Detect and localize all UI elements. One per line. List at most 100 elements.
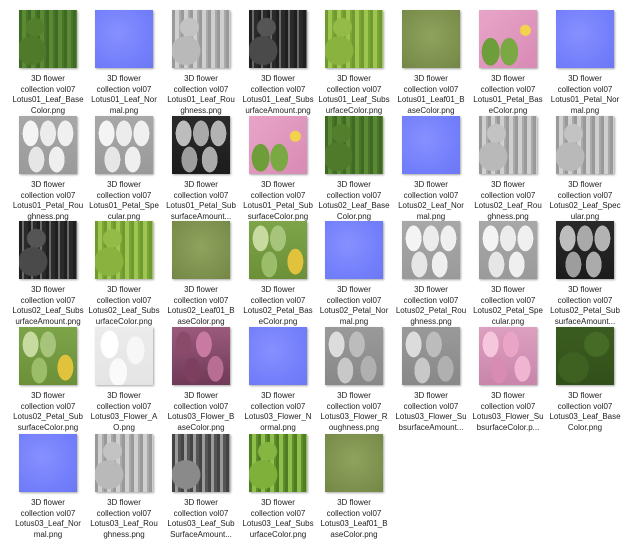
file-item[interactable]: 3D flower collection vol07 Lotus03_Leaf01_… (316, 434, 392, 540)
file-thumbnail[interactable] (172, 10, 230, 68)
file-name-line: collection vol07 (20, 190, 76, 200)
file-name-line: aseColor.png (330, 529, 378, 539)
file-item[interactable]: 3D flower collection vol07 Lotus01_Petal_B… (470, 10, 546, 116)
file-thumbnail[interactable] (249, 116, 307, 174)
file-item[interactable]: 3D flower collection vol07 Lotus03_Flower_… (240, 327, 316, 433)
file-thumbnail[interactable] (19, 434, 77, 492)
file-item[interactable]: 3D flower collection vol07 Lotus02_Leaf_Su… (86, 221, 162, 327)
file-item[interactable]: 3D flower collection vol07 Lotus03_Flower_… (316, 327, 392, 433)
file-item[interactable]: 3D flower collection vol07 Lotus02_Petal_N… (316, 221, 392, 327)
file-item[interactable]: 3D flower collection vol07 Lotus03_Leaf_Su… (240, 434, 316, 540)
file-name-label: 3D flower collection vol07 Lotus01_Petal_S… (240, 180, 316, 222)
file-thumbnail[interactable] (402, 10, 460, 68)
file-thumbnail[interactable] (19, 10, 77, 68)
file-item[interactable]: 3D flower collection vol07 Lotus01_Leaf01_… (393, 10, 469, 116)
file-item[interactable]: 3D flower collection vol07 Lotus02_Leaf_Su… (10, 221, 86, 327)
file-item[interactable]: 3D flower collection vol07 Lotus01_Petal_R… (10, 116, 86, 222)
file-name-line: Lotus03_Flower_Su (472, 412, 544, 422)
file-thumbnail[interactable] (172, 116, 230, 174)
file-thumbnail[interactable] (95, 327, 153, 385)
file-item[interactable]: 3D flower collection vol07 Lotus02_Leaf_Sp… (547, 116, 623, 222)
file-thumbnail[interactable] (556, 116, 614, 174)
file-name-line: collection vol07 (250, 295, 306, 305)
file-thumbnail[interactable] (95, 10, 153, 68)
file-name-label: 3D flower collection vol07 Lotus03_Leaf_Su… (240, 498, 316, 540)
file-item[interactable]: 3D flower collection vol07 Lotus01_Petal_N… (547, 10, 623, 116)
file-thumbnail[interactable] (556, 221, 614, 279)
file-thumbnail[interactable] (479, 116, 537, 174)
file-thumbnail[interactable] (172, 221, 230, 279)
file-item[interactable]: 3D flower collection vol07 Lotus03_Leaf_Ba… (547, 327, 623, 433)
file-item[interactable]: 3D flower collection vol07 Lotus03_Leaf_Ro… (86, 434, 162, 540)
file-thumbnail[interactable] (172, 327, 230, 385)
file-name-line: Lotus01_Leaf_Base (12, 95, 84, 105)
file-name-line: collection vol07 (96, 295, 152, 305)
file-thumbnail[interactable] (249, 434, 307, 492)
file-item[interactable]: 3D flower collection vol07 Lotus02_Petal_R… (393, 221, 469, 327)
file-name-line: Lotus03_Leaf01_B (320, 519, 388, 529)
file-thumbnail[interactable] (95, 221, 153, 279)
file-thumbnail[interactable] (479, 221, 537, 279)
file-item[interactable]: 3D flower collection vol07 Lotus03_Flower_… (86, 327, 162, 433)
file-item[interactable]: 3D flower collection vol07 Lotus03_Flower_… (393, 327, 469, 433)
file-item[interactable]: 3D flower collection vol07 Lotus01_Leaf_Ro… (163, 10, 239, 116)
file-name-line: 3D flower (261, 498, 295, 507)
file-item[interactable]: 3D flower collection vol07 Lotus03_Leaf_No… (10, 434, 86, 540)
file-thumbnail[interactable] (249, 221, 307, 279)
file-name-line: Lotus03_Leaf_Base (549, 412, 621, 422)
file-thumbnail[interactable] (325, 221, 383, 279)
file-name-line: eColor.png (258, 316, 298, 326)
file-name-label: 3D flower collection vol07 Lotus01_Petal_N… (547, 74, 623, 116)
file-thumbnail[interactable] (19, 116, 77, 174)
file-thumbnail[interactable] (556, 10, 614, 68)
file-thumbnail[interactable] (325, 10, 383, 68)
file-name-line: urfaceColor.png (95, 316, 153, 326)
file-name-line: Lotus02_Petal_Nor (319, 306, 389, 316)
file-name-line: collection vol07 (96, 190, 152, 200)
file-item[interactable]: 3D flower collection vol07 Lotus02_Petal_S… (470, 221, 546, 327)
file-thumbnail[interactable] (249, 327, 307, 385)
file-item[interactable]: 3D flower collection vol07 Lotus01_Leaf_Su… (316, 10, 392, 116)
file-name-line: 3D flower (414, 285, 448, 294)
file-item[interactable]: 3D flower collection vol07 Lotus02_Petal_S… (547, 221, 623, 327)
file-item[interactable]: 3D flower collection vol07 Lotus02_Petal_S… (10, 327, 86, 433)
file-item[interactable]: 3D flower collection vol07 Lotus01_Petal_S… (163, 116, 239, 222)
file-item[interactable]: 3D flower collection vol07 Lotus02_Leaf_No… (393, 116, 469, 222)
file-item[interactable]: 3D flower collection vol07 Lotus03_Flower_… (470, 327, 546, 433)
file-name-label: 3D flower collection vol07 Lotus02_Petal_S… (547, 285, 623, 327)
file-item[interactable]: 3D flower collection vol07 Lotus03_Leaf_Su… (163, 434, 239, 540)
file-item[interactable]: 3D flower collection vol07 Lotus03_Flower_… (163, 327, 239, 433)
file-name-line: surfaceColor.png (17, 422, 79, 432)
file-thumbnail[interactable] (402, 221, 460, 279)
file-thumbnail[interactable] (325, 327, 383, 385)
file-name-label: 3D flower collection vol07 Lotus02_Petal_B… (240, 285, 316, 327)
file-thumbnail[interactable] (19, 221, 77, 279)
file-thumbnail[interactable] (479, 10, 537, 68)
file-name-line: 3D flower (31, 285, 65, 294)
file-grid: 3D flower collection vol07 Lotus01_Leaf_Ba… (0, 0, 625, 540)
file-name-line: urfaceAmount.png (15, 316, 81, 326)
file-item[interactable]: 3D flower collection vol07 Lotus02_Petal_B… (240, 221, 316, 327)
file-thumbnail[interactable] (556, 327, 614, 385)
file-item[interactable]: 3D flower collection vol07 Lotus01_Petal_S… (240, 116, 316, 222)
file-thumbnail[interactable] (19, 327, 77, 385)
file-name-label: 3D flower collection vol07 Lotus01_Leaf_Su… (240, 74, 316, 116)
file-item[interactable]: 3D flower collection vol07 Lotus01_Petal_S… (86, 116, 162, 222)
file-thumbnail[interactable] (402, 327, 460, 385)
file-name-line: 3D flower (184, 285, 218, 294)
file-item[interactable]: 3D flower collection vol07 Lotus01_Leaf_Ba… (10, 10, 86, 116)
file-thumbnail[interactable] (95, 434, 153, 492)
file-item[interactable]: 3D flower collection vol07 Lotus01_Leaf_Su… (240, 10, 316, 116)
file-name-line: 3D flower (107, 180, 141, 189)
file-thumbnail[interactable] (479, 327, 537, 385)
file-thumbnail[interactable] (95, 116, 153, 174)
file-item[interactable]: 3D flower collection vol07 Lotus02_Leaf01_… (163, 221, 239, 327)
file-thumbnail[interactable] (325, 116, 383, 174)
file-item[interactable]: 3D flower collection vol07 Lotus02_Leaf_Ro… (470, 116, 546, 222)
file-thumbnail[interactable] (249, 10, 307, 68)
file-item[interactable]: 3D flower collection vol07 Lotus02_Leaf_Ba… (316, 116, 392, 222)
file-thumbnail[interactable] (325, 434, 383, 492)
file-item[interactable]: 3D flower collection vol07 Lotus01_Leaf_No… (86, 10, 162, 116)
file-thumbnail[interactable] (172, 434, 230, 492)
file-thumbnail[interactable] (402, 116, 460, 174)
